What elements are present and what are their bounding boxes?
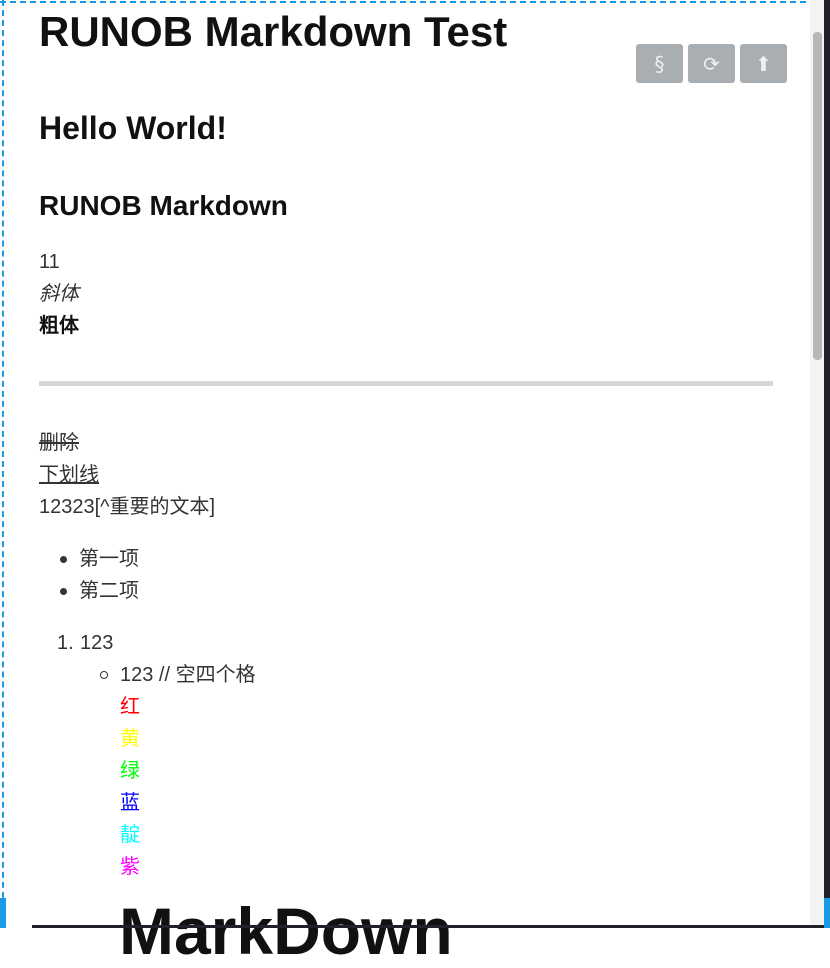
bullet-dot — [60, 588, 67, 595]
frame-border-top — [0, 1, 816, 3]
list-item: 第一项 — [79, 548, 139, 570]
heading-hello-world: Hello World! — [39, 110, 227, 146]
section-icon: § — [654, 51, 665, 76]
horizontal-rule — [39, 381, 773, 386]
toc-button[interactable]: § — [636, 44, 683, 83]
scrollbar-thumb[interactable] — [813, 32, 822, 360]
colored-text: 蓝 — [120, 790, 140, 814]
text-11: 11 — [39, 251, 60, 273]
sub-list-item: 123 // 空四个格 — [120, 664, 256, 686]
heading-runob-markdown: RUNOB Markdown — [39, 190, 288, 221]
toolbar: § ⟳ ⬆ — [636, 44, 787, 83]
bullet-dot — [60, 556, 67, 563]
list-item: 第二项 — [79, 580, 139, 602]
strikethrough-text: 删除 — [39, 432, 79, 454]
footnote-text: 12323[^重要的文本] — [39, 496, 216, 518]
colored-text: 绿 — [120, 758, 140, 782]
bold-text: 粗体 — [39, 315, 79, 337]
frame-border-left — [2, 0, 4, 928]
italic-text: 斜体 — [39, 283, 79, 305]
colored-text: 靛 — [120, 822, 140, 846]
underline-text: 下划线 — [39, 464, 99, 486]
sub-bullet-circle — [100, 671, 108, 679]
colored-text: 红 — [120, 694, 140, 718]
doc-title: RUNOB Markdown Test — [39, 8, 508, 55]
arrow-up-icon: ⬆ — [755, 51, 772, 76]
ordered-list-marker: 1. — [57, 632, 74, 654]
colored-text: 黄 — [120, 726, 140, 750]
scroll-top-button[interactable]: ⬆ — [740, 44, 787, 83]
refresh-button[interactable]: ⟳ — [688, 44, 735, 83]
ordered-list-item: 123 — [80, 632, 114, 654]
colored-text: 紫 — [120, 854, 140, 878]
refresh-icon: ⟳ — [703, 51, 720, 76]
frame-corner-right — [824, 898, 830, 928]
window-edge-right — [824, 0, 830, 928]
big-heading: MarkDown — [119, 894, 453, 968]
frame-corner-left — [0, 898, 6, 928]
